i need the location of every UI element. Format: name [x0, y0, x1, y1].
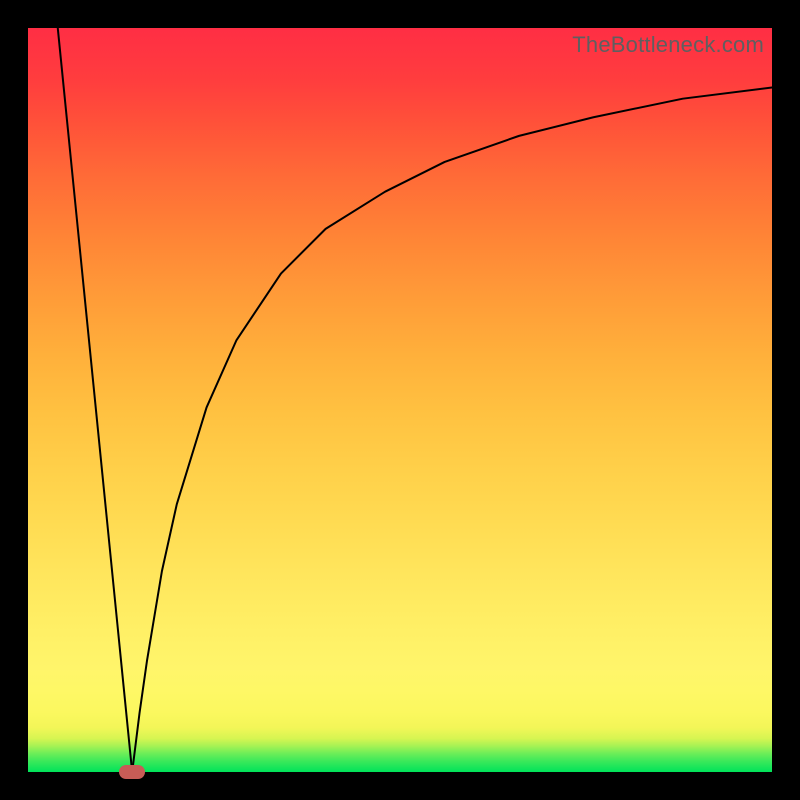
curve-left-branch: [58, 28, 132, 772]
curve-layer: [28, 28, 772, 772]
chart-frame: TheBottleneck.com: [0, 0, 800, 800]
watermark-text: TheBottleneck.com: [572, 32, 764, 58]
optimum-marker: [119, 765, 145, 779]
curve-right-branch: [132, 88, 772, 772]
plot-area: TheBottleneck.com: [28, 28, 772, 772]
